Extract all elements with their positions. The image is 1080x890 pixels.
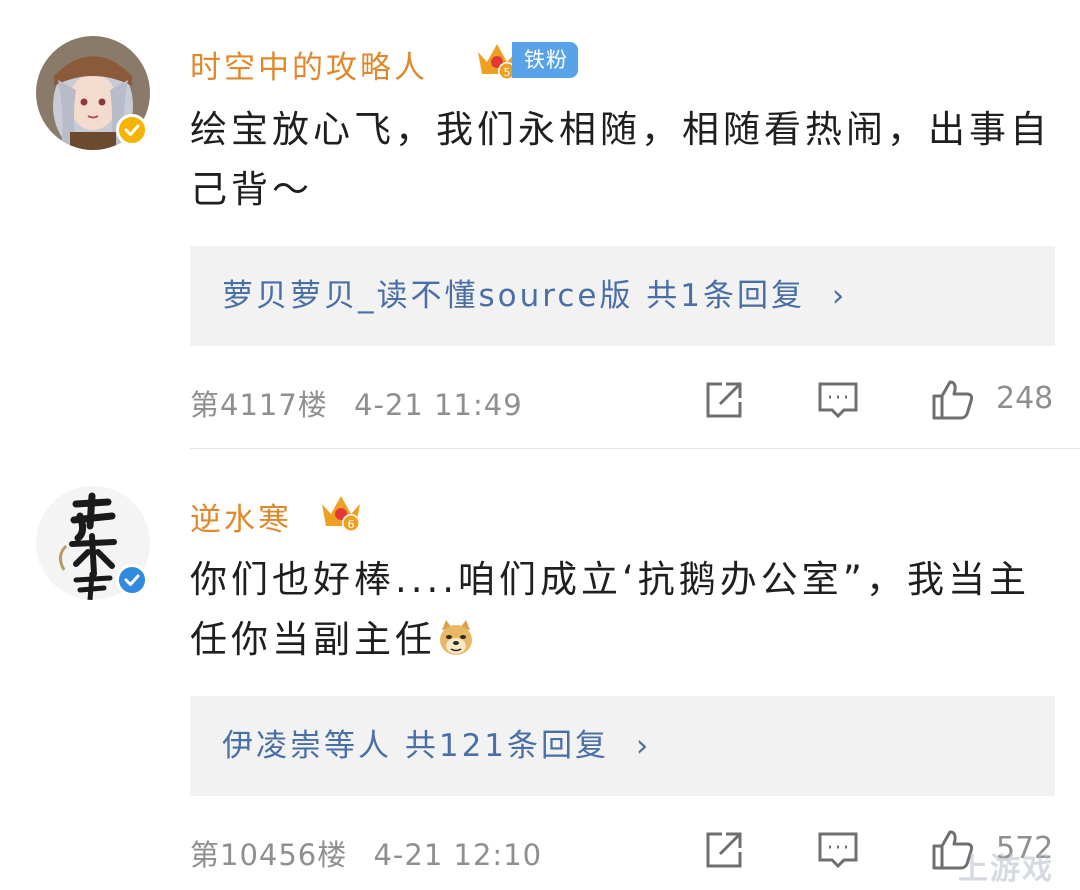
username[interactable]: 逆水寒 [190,494,292,539]
fan-badge: 铁粉 [512,42,578,78]
share-icon[interactable] [702,378,746,422]
comment-icon[interactable] [816,378,860,422]
divider [190,448,1080,449]
comment-text: 你们也好棒....咱们成立‘抗鹅办公室”，我当主任你当副主任 [190,550,1060,670]
level-number: 6 [348,518,355,531]
verified-badge-icon [116,564,148,596]
reply-summary[interactable]: 伊凌崇等人 共121条回复 › [222,696,651,796]
floor-number: 第10456楼 [190,838,348,872]
reply-summary-label: 伊凌崇等人 共121条回复 [222,728,610,764]
comment-text-body: 你们也好棒....咱们成立‘抗鹅办公室”，我当主任你当副主任 [190,558,1030,661]
like-count: 248 [996,381,1054,416]
comment-feed: 时空中的攻略人 5 铁粉 绘宝放心飞，我们永相随，相随看热闹，出事自己背～ 萝贝… [0,0,1080,890]
timestamp: 4-21 12:10 [373,838,543,872]
chevron-right-icon: › [635,728,652,764]
avatar[interactable] [36,36,150,150]
timestamp: 4-21 11:49 [354,388,523,422]
avatar[interactable] [36,486,150,600]
reply-summary-label: 萝贝萝贝_读不懂source版 共1条回复 [222,278,806,314]
username[interactable]: 时空中的攻略人 [190,42,428,87]
reply-summary-box[interactable]: 伊凌崇等人 共121条回复 › [190,696,1055,796]
floor-number: 第4117楼 [190,388,328,422]
watermark: 上游戏 [958,852,1054,887]
reply-summary-box[interactable]: 萝贝萝贝_读不懂source版 共1条回复 › [190,246,1055,346]
crown-level-icon: 6 [318,490,364,534]
share-icon[interactable] [702,828,746,872]
level-number: 5 [504,66,511,79]
reply-summary[interactable]: 萝贝萝贝_读不懂source版 共1条回复 › [222,246,847,346]
chevron-right-icon: › [831,278,848,314]
comment-meta: 第10456楼 4-21 12:10 [190,832,542,874]
doge-emoji-icon [436,616,476,656]
comment-text: 绘宝放心飞，我们永相随，相随看热闹，出事自己背～ [190,108,1051,211]
like-icon[interactable] [930,376,974,420]
comment-icon[interactable] [816,828,860,872]
comment-meta: 第4117楼 4-21 11:49 [190,382,523,424]
verified-badge-icon [116,114,148,146]
